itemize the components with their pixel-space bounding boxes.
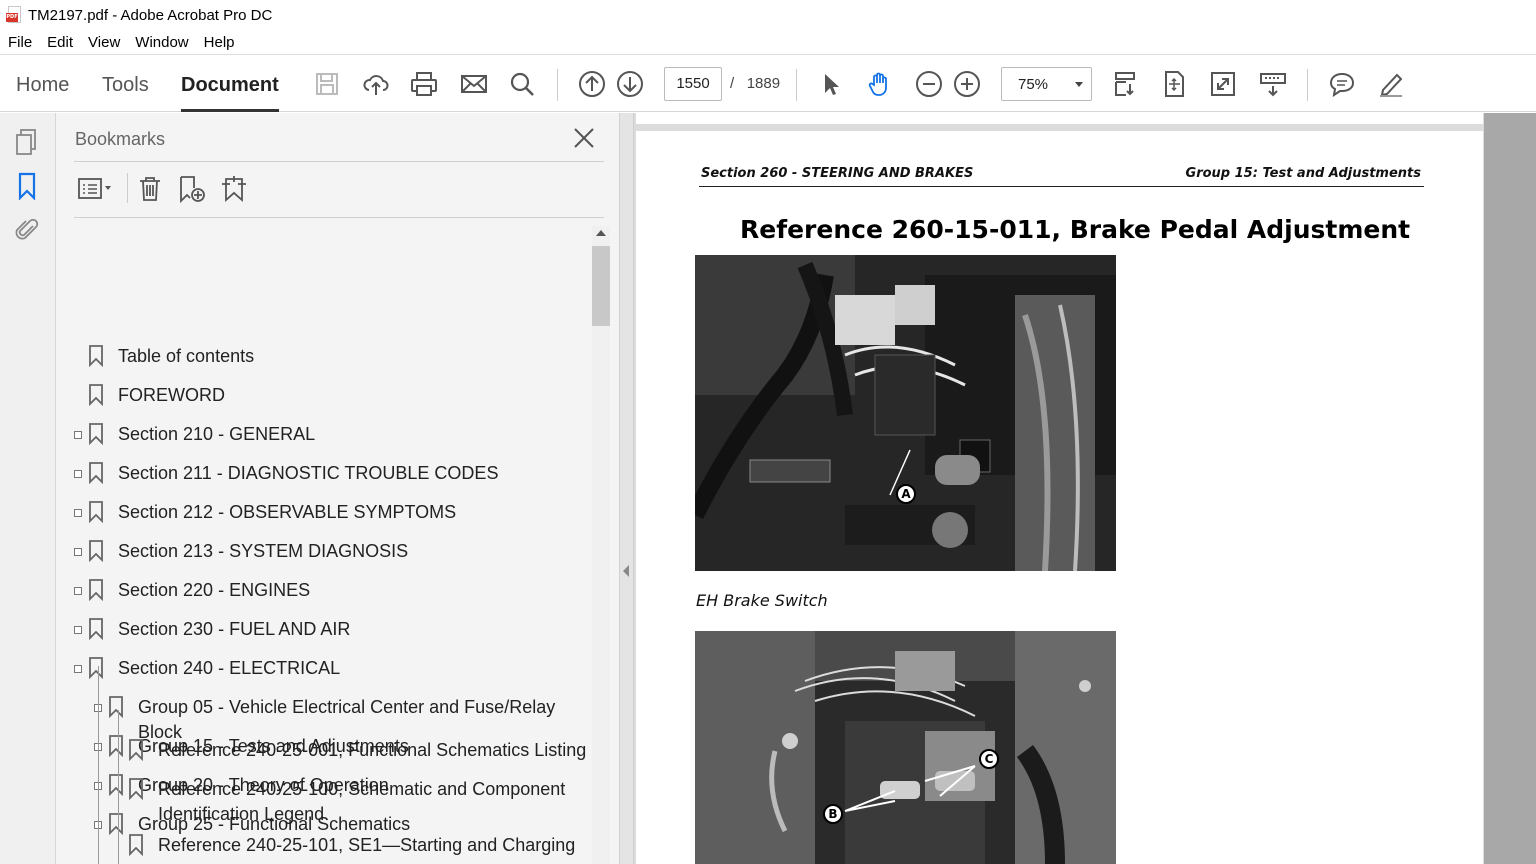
navigation-rail: [0, 113, 56, 864]
zoom-level-select[interactable]: 75%: [1001, 67, 1092, 101]
menu-file[interactable]: File: [8, 34, 32, 51]
photo-caption: EH Brake Switch: [696, 591, 828, 610]
brake-switch-photo: A: [695, 255, 1116, 571]
menu-bar: File Edit View Window Help: [0, 30, 1536, 54]
tab-home[interactable]: Home: [16, 74, 69, 112]
bookmarks-panel-icon[interactable]: [12, 171, 42, 201]
comment-icon[interactable]: [1327, 69, 1357, 99]
main-toolbar: Home Tools Document 1550 / 1889 75%: [0, 54, 1536, 112]
bookmark-from-structure-icon[interactable]: [218, 173, 250, 205]
panel-splitter[interactable]: [620, 113, 634, 864]
email-icon[interactable]: [459, 69, 489, 99]
cloud-upload-icon[interactable]: [361, 69, 391, 99]
page-thumbnails-icon[interactable]: [12, 127, 42, 157]
bookmark-options-icon[interactable]: [76, 173, 118, 205]
page-header-group: Group 15: Test and Adjustments: [1185, 166, 1421, 181]
page-number-input[interactable]: 1550: [664, 67, 722, 101]
zoom-in-icon[interactable]: [952, 69, 982, 99]
bookmarks-tree-lower: [74, 219, 592, 864]
acrobat-pdf-icon: PDF: [6, 6, 22, 24]
brake-pedal-photo: B C: [695, 631, 1116, 864]
menu-window[interactable]: Window: [135, 34, 188, 51]
select-cursor-icon[interactable]: [816, 69, 846, 99]
menu-view[interactable]: View: [88, 34, 120, 51]
title-bar: PDF TM2197.pdf - Adobe Acrobat Pro DC: [0, 0, 1536, 30]
full-screen-icon[interactable]: [1208, 69, 1238, 99]
scroll-mode-icon[interactable]: [1110, 69, 1140, 99]
page-header-section: Section 260 - STEERING AND BRAKES: [701, 166, 974, 181]
previous-page-edge: [636, 113, 1483, 124]
callout-a: A: [896, 484, 916, 504]
window-title: TM2197.pdf - Adobe Acrobat Pro DC: [28, 6, 273, 24]
callout-b: B: [823, 804, 843, 824]
attachments-icon[interactable]: [12, 215, 42, 245]
bookmarks-header: Bookmarks: [75, 129, 166, 149]
page-total: / 1889: [730, 75, 781, 92]
delete-bookmark-icon[interactable]: [134, 173, 166, 205]
collapse-panel-icon[interactable]: [623, 565, 629, 577]
chevron-down-icon: [1075, 82, 1083, 87]
page-title: Reference 260-15-011, Brake Pedal Adjust…: [740, 215, 1411, 244]
close-icon[interactable]: [571, 125, 597, 151]
tab-tools[interactable]: Tools: [102, 74, 149, 112]
callout-c: C: [979, 749, 999, 769]
hand-tool-icon[interactable]: [865, 69, 895, 99]
previous-page-icon[interactable]: [577, 69, 607, 99]
document-view[interactable]: Section 260 - STEERING AND BRAKES Group …: [634, 113, 1536, 864]
tab-document[interactable]: Document: [181, 74, 279, 112]
scroll-up-icon[interactable]: [596, 230, 606, 236]
menu-help[interactable]: Help: [204, 34, 235, 51]
next-page-icon[interactable]: [615, 69, 645, 99]
scrollbar-thumb[interactable]: [592, 246, 610, 326]
highlight-pen-icon[interactable]: [1376, 69, 1406, 99]
menu-edit[interactable]: Edit: [47, 34, 73, 51]
zoom-out-icon[interactable]: [914, 69, 944, 99]
fit-page-icon[interactable]: [1159, 69, 1189, 99]
save-icon[interactable]: [312, 69, 342, 99]
keyboard-read-mode-icon[interactable]: [1258, 69, 1288, 99]
search-icon[interactable]: [507, 69, 537, 99]
new-bookmark-icon[interactable]: [176, 173, 208, 205]
pdf-page: Section 260 - STEERING AND BRAKES Group …: [636, 131, 1483, 864]
bookmarks-scrollbar[interactable]: [592, 226, 610, 864]
print-icon[interactable]: [409, 69, 439, 99]
bookmarks-panel: Bookmarks Table of contents FOREWORD Sec…: [56, 113, 620, 864]
